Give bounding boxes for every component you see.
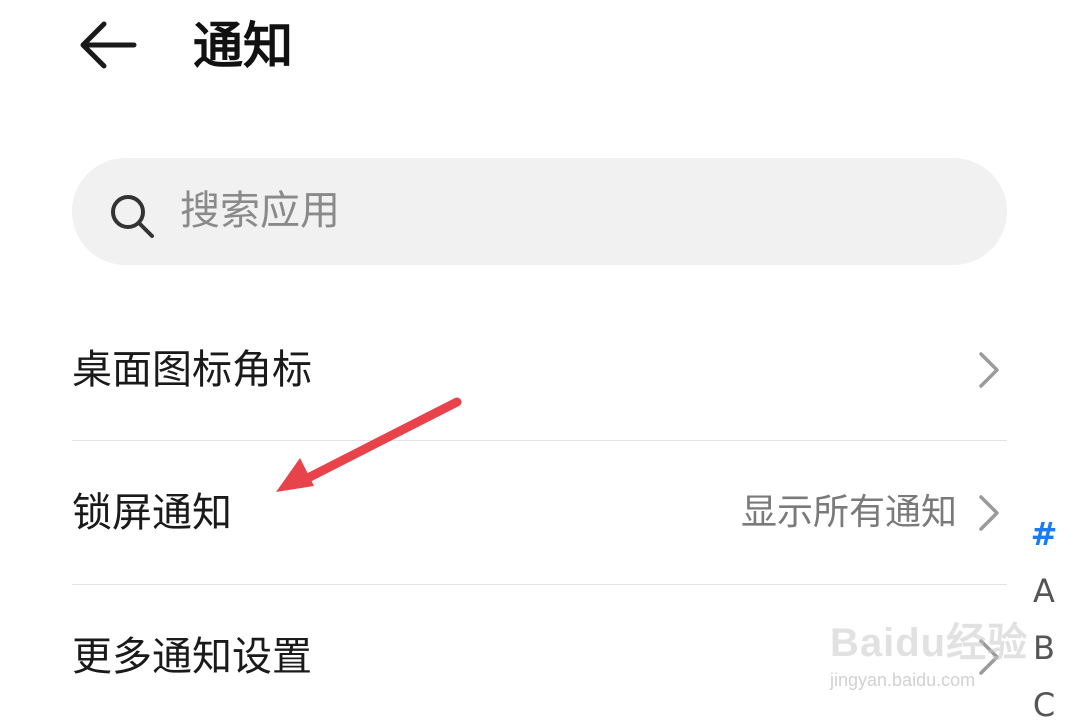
list-item-label: 锁屏通知	[72, 490, 232, 536]
index-item-b[interactable]: B	[1022, 620, 1066, 677]
list-item-value: 显示所有通知	[740, 492, 957, 533]
index-item-a[interactable]: A	[1022, 563, 1066, 620]
index-item-hash[interactable]: #	[1022, 506, 1066, 563]
chevron-right-icon	[979, 495, 999, 531]
list-item-label: 更多通知设置	[72, 634, 312, 680]
search-icon	[111, 195, 154, 238]
app-header: 通知	[0, 0, 1080, 100]
search-bar[interactable]	[72, 158, 1007, 265]
settings-page: 通知 桌面图标角标 锁屏通知 显示所有通知 更多通知设置 # A B	[0, 0, 1080, 722]
arrow-left-icon	[80, 21, 137, 69]
search-input[interactable]	[180, 180, 960, 242]
back-button[interactable]	[68, 10, 148, 80]
list-item-label: 桌面图标角标	[72, 347, 312, 393]
index-item-c[interactable]: C	[1022, 677, 1066, 722]
list-item-badge[interactable]: 桌面图标角标	[72, 298, 1007, 442]
page-title: 通知	[193, 17, 293, 75]
list-item-more-settings[interactable]: 更多通知设置	[72, 585, 1007, 722]
list-item-lockscreen[interactable]: 锁屏通知 显示所有通知	[72, 441, 1007, 585]
chevron-right-icon	[979, 352, 999, 388]
chevron-right-icon	[979, 639, 999, 675]
alphabet-index: # A B C	[1022, 506, 1066, 722]
